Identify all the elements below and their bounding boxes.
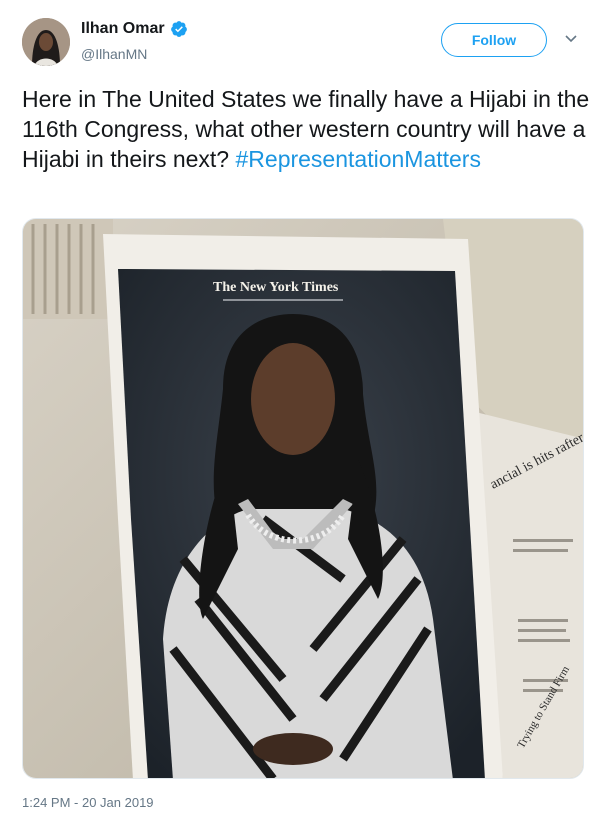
masthead: The New York Times [213, 280, 339, 295]
tweet-media-photo[interactable]: ancial is hits rafter nove Trying to Sta… [22, 218, 584, 779]
chevron-down-icon[interactable] [564, 34, 578, 44]
tweet-text: Here in The United States we finally hav… [22, 84, 592, 174]
tweet-header: Ilhan Omar @IlhanMN Follow [0, 0, 609, 80]
avatar[interactable] [22, 18, 70, 66]
user-handle[interactable]: @IlhanMN [81, 46, 147, 62]
tweet-timestamp[interactable]: 1:24 PM - 20 Jan 2019 [22, 795, 154, 810]
hashtag-link[interactable]: #RepresentationMatters [236, 146, 481, 172]
follow-button[interactable]: Follow [441, 23, 547, 57]
newspaper-photo: ancial is hits rafter nove Trying to Sta… [23, 219, 583, 778]
avatar-portrait-image [22, 18, 70, 66]
display-name[interactable]: Ilhan Omar [81, 20, 188, 38]
display-name-text[interactable]: Ilhan Omar [81, 20, 165, 38]
verified-badge-icon [170, 21, 187, 37]
